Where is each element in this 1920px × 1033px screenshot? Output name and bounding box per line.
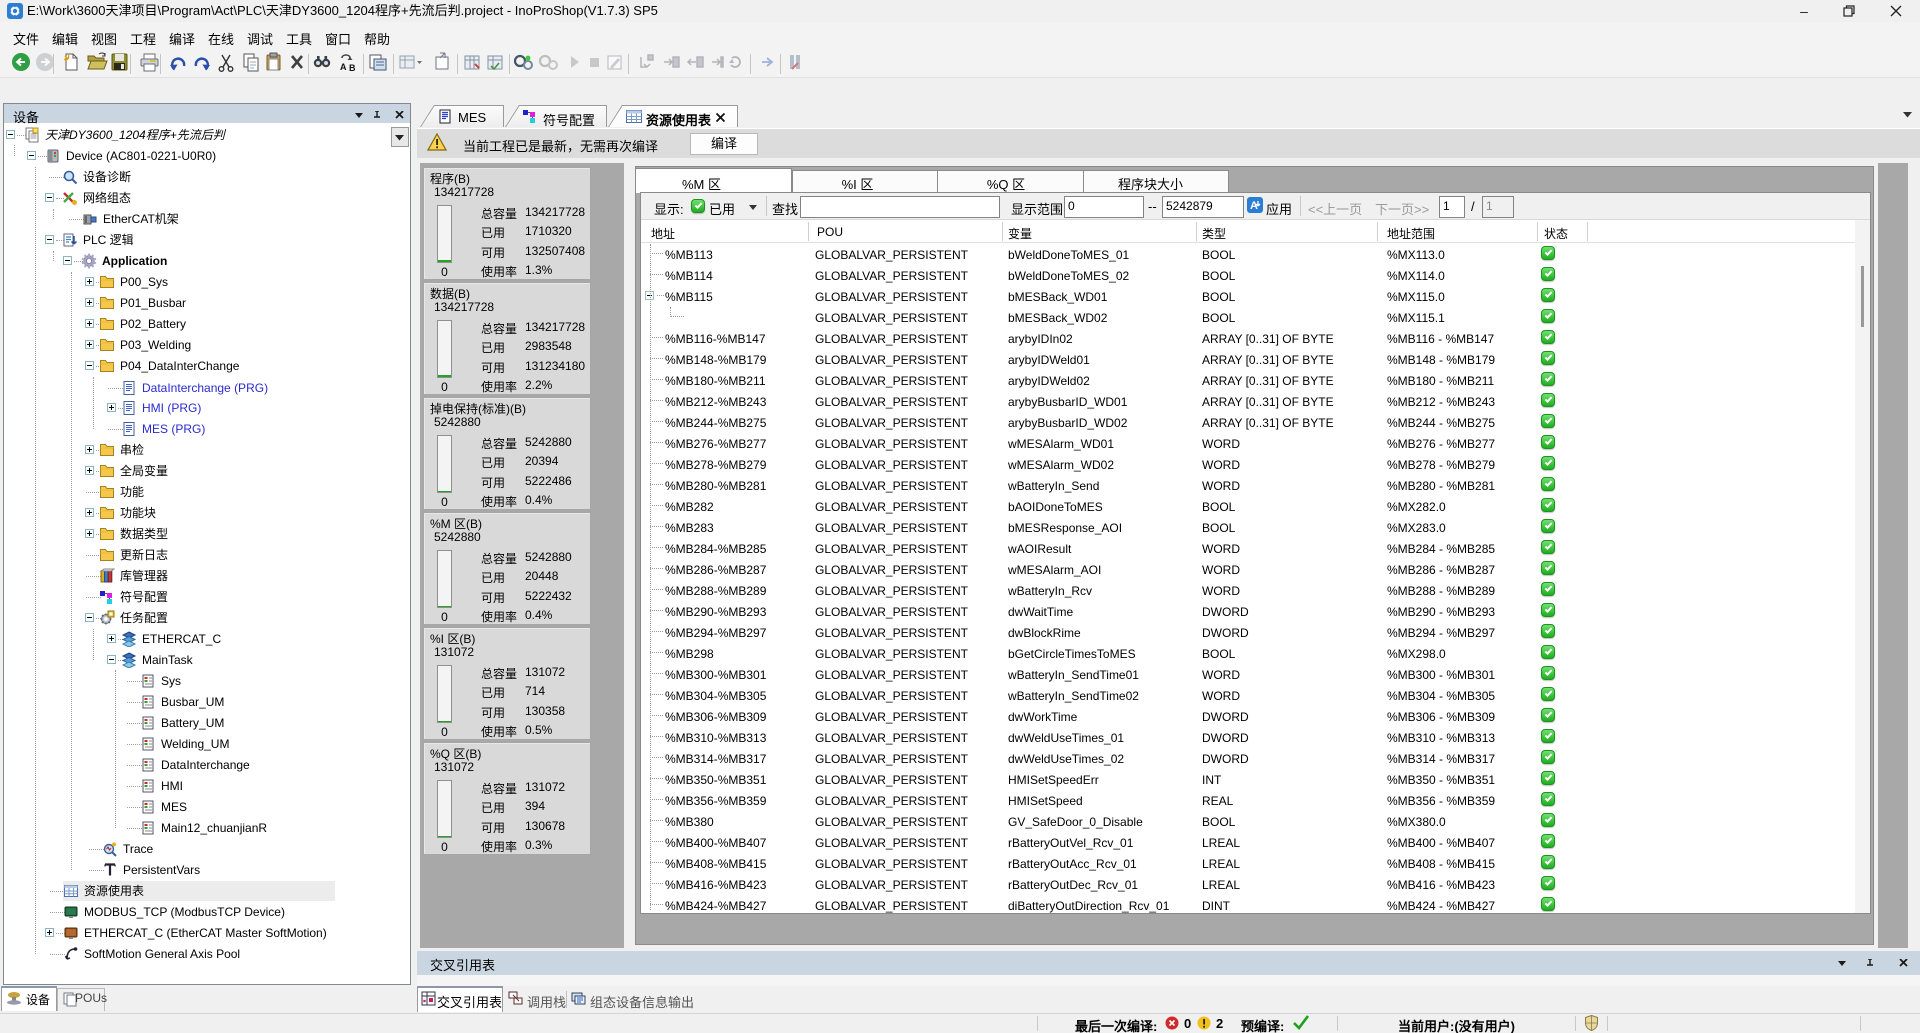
svg-text:A: A xyxy=(1250,200,1258,212)
svg-text:A: A xyxy=(340,62,347,72)
svg-text:B: B xyxy=(349,63,356,73)
